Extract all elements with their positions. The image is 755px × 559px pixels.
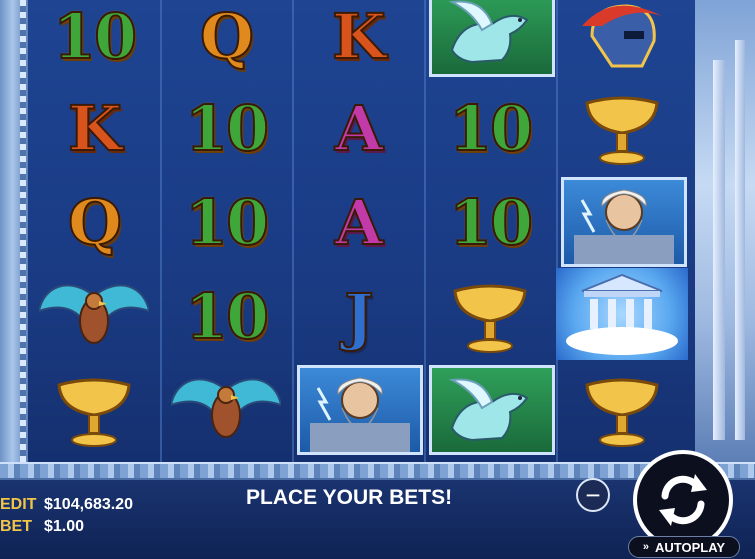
symbol-k: K xyxy=(67,91,123,166)
pegasus-icon xyxy=(448,378,529,442)
temple-symbol xyxy=(556,268,688,360)
zeus-icon xyxy=(574,189,674,264)
eagle-icon xyxy=(39,284,149,344)
cup-symbol xyxy=(556,82,688,174)
symbol-cell: 10 xyxy=(424,82,556,174)
pegasus-symbol xyxy=(426,0,558,78)
zeus-frame xyxy=(297,365,423,455)
cup-symbol xyxy=(556,364,688,456)
zeus-icon xyxy=(310,377,410,452)
pegasus-symbol xyxy=(426,364,558,456)
zeus-symbol xyxy=(558,176,690,268)
symbol-10: 10 xyxy=(448,185,534,260)
symbol-cell: K xyxy=(28,82,160,174)
golden-cup-icon xyxy=(453,284,527,353)
symbol-k: K xyxy=(331,0,387,74)
symbol-q: Q xyxy=(199,0,255,74)
zeus-symbol xyxy=(294,364,426,456)
left-pillar xyxy=(0,0,28,462)
symbol-cell: 10 xyxy=(160,82,292,174)
symbol-10: 10 xyxy=(184,91,270,166)
eagle-icon xyxy=(171,378,281,438)
symbol-cell: J xyxy=(292,270,424,362)
zeus-frame xyxy=(561,177,687,267)
symbol-j: J xyxy=(343,279,374,354)
decrease-bet-button[interactable]: − xyxy=(576,478,610,512)
bet-label: BET xyxy=(0,518,32,535)
symbol-10: 10 xyxy=(184,279,270,354)
symbol-10: 10 xyxy=(184,185,270,260)
symbol-cell: Q xyxy=(160,0,292,82)
pegasus-icon xyxy=(448,0,529,64)
helmet-symbol xyxy=(556,0,688,82)
symbol-a: A xyxy=(334,185,384,260)
autoplay-label: AUTOPLAY xyxy=(655,539,726,555)
minus-icon: − xyxy=(585,480,601,510)
right-temple-decoration xyxy=(695,0,755,462)
temple-icon xyxy=(566,273,678,355)
symbol-a: A xyxy=(334,91,384,166)
golden-cup-icon xyxy=(585,96,659,165)
symbol-10: 10 xyxy=(52,0,138,74)
symbol-q: Q xyxy=(67,185,123,260)
spartan-helmet-icon xyxy=(582,4,662,68)
credit-label: EDIT xyxy=(0,496,37,513)
status-message: PLACE YOUR BETS! xyxy=(246,486,453,509)
cup-symbol xyxy=(28,364,160,456)
reels-area: 10 K Q Q 10 10 10 K A A J 10 10 xyxy=(28,0,695,462)
symbol-cell: Q xyxy=(28,176,160,268)
pegasus-frame xyxy=(429,0,555,77)
symbol-cell: 10 xyxy=(160,176,292,268)
eagle-symbol xyxy=(28,270,160,362)
refresh-arrows-icon xyxy=(659,474,707,526)
golden-cup-icon xyxy=(57,378,131,447)
spin-button[interactable] xyxy=(633,450,733,550)
double-chevron-icon: » xyxy=(642,541,650,553)
symbol-cell: A xyxy=(292,176,424,268)
autoplay-button[interactable]: » AUTOPLAY xyxy=(628,536,740,558)
cup-symbol xyxy=(424,270,556,362)
symbol-10: 10 xyxy=(448,91,534,166)
symbol-cell: 10 xyxy=(160,270,292,362)
symbol-cell: A xyxy=(292,82,424,174)
symbol-cell: K xyxy=(292,0,424,82)
symbol-cell: 10 xyxy=(424,176,556,268)
eagle-symbol xyxy=(160,364,292,456)
pegasus-frame xyxy=(429,365,555,455)
golden-cup-icon xyxy=(585,378,659,447)
credit-value: $104,683.20 xyxy=(44,496,133,513)
bet-value: $1.00 xyxy=(44,518,85,535)
symbol-cell: 10 xyxy=(28,0,160,82)
